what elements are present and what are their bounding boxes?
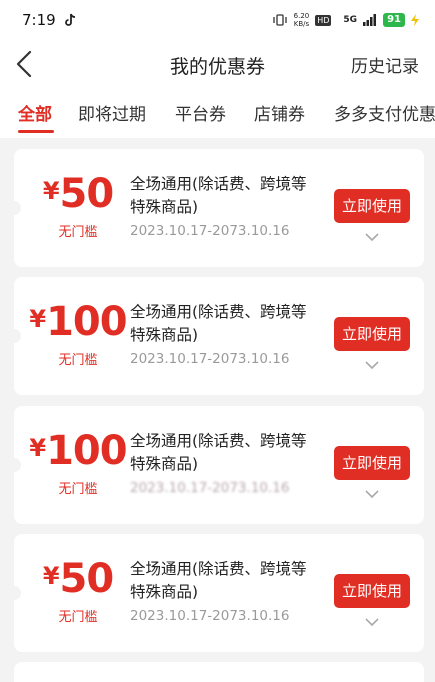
coupon-value: 50 xyxy=(59,556,115,602)
tab-duoduo-pay[interactable]: 多多支付优惠 xyxy=(334,100,435,125)
coupon-card: ¥100 无门槛 全场通用(除话费、跨境等特殊商品) 2023.10.17-20… xyxy=(7,277,424,395)
chevron-down-icon[interactable] xyxy=(364,488,380,500)
coupon-notch xyxy=(7,201,21,215)
tab-platform[interactable]: 平台券 xyxy=(175,100,226,125)
coupon-value: 50 xyxy=(59,171,115,217)
history-link[interactable]: 历史记录 xyxy=(351,52,419,77)
use-now-button[interactable]: 立即使用 xyxy=(334,446,410,480)
currency-symbol: ¥ xyxy=(29,434,47,462)
chevron-down-icon[interactable] xyxy=(364,616,380,628)
coupon-card: ¥50 无门槛 全场通用(除话费、跨境等特殊商品) 2023.10.17-207… xyxy=(7,149,424,267)
coupon-condition: 无门槛 xyxy=(58,482,98,497)
hd-badge: HD xyxy=(315,14,332,26)
coupon-card: ¥50 无门槛 全场通用(除话费、跨境等特殊商品) 2023.10.17-207… xyxy=(7,534,424,652)
battery-icon: 91 xyxy=(383,13,405,27)
currency-symbol: ¥ xyxy=(42,177,60,205)
coupon-amount: ¥100 xyxy=(28,428,128,474)
coupon-date: 2023.10.17-2073.10.16 xyxy=(130,223,290,239)
coupon-amount: ¥100 xyxy=(28,299,128,345)
coupon-title: 全场通用(除话费、跨境等特殊商品) xyxy=(130,432,307,473)
coupon-amount: ¥50 xyxy=(28,171,128,217)
tab-expiring[interactable]: 即将过期 xyxy=(78,100,146,125)
tab-store[interactable]: 店铺券 xyxy=(254,100,305,125)
net-speed: 6.20 KB/s xyxy=(293,12,310,28)
coupon-title: 全场通用(除话费、跨境等特殊商品) xyxy=(130,303,307,344)
currency-symbol: ¥ xyxy=(29,305,47,333)
tiktok-icon xyxy=(64,13,75,26)
coupon-date: 2023.10.17-2073.10.16 xyxy=(130,480,290,496)
coupon-value: 100 xyxy=(46,428,127,474)
coupon-title: 全场通用(除话费、跨境等特殊商品) xyxy=(130,560,307,601)
use-now-button[interactable]: 立即使用 xyxy=(334,574,410,608)
header: 我的优惠券 历史记录 xyxy=(0,40,435,88)
signal-icon xyxy=(363,14,377,26)
coupon-notch xyxy=(7,586,21,600)
currency-symbol: ¥ xyxy=(42,562,60,590)
use-now-button[interactable]: 立即使用 xyxy=(334,189,410,223)
coupon-date: 2023.10.17-2073.10.16 xyxy=(130,608,290,624)
coupon-value: 100 xyxy=(46,299,127,345)
tab-bar: 全部 即将过期 平台券 店铺券 多多支付优惠 xyxy=(0,88,435,138)
coupon-condition: 无门槛 xyxy=(58,353,98,368)
tab-active-indicator xyxy=(18,130,54,133)
chevron-down-icon[interactable] xyxy=(364,359,380,371)
charging-icon xyxy=(411,14,419,26)
vibrate-icon xyxy=(272,14,287,26)
coupon-card-partial xyxy=(14,662,424,682)
coupon-notch xyxy=(7,329,21,343)
use-now-button[interactable]: 立即使用 xyxy=(334,317,410,351)
coupon-amount: ¥50 xyxy=(28,556,128,602)
coupon-notch xyxy=(7,458,21,472)
coupon-condition: 无门槛 xyxy=(58,610,98,625)
status-time: 7:19 xyxy=(22,11,56,29)
coupon-title: 全场通用(除话费、跨境等特殊商品) xyxy=(130,175,307,216)
coupon-card: ¥100 无门槛 全场通用(除话费、跨境等特殊商品) 2023.10.17-20… xyxy=(7,406,424,524)
coupon-date: 2023.10.17-2073.10.16 xyxy=(130,351,290,367)
status-bar: 7:19 6.20 KB/s HD 5G 91 xyxy=(0,0,435,40)
tab-all[interactable]: 全部 xyxy=(18,100,52,125)
chevron-down-icon[interactable] xyxy=(364,231,380,243)
signal-type: 5G xyxy=(343,15,358,25)
coupon-condition: 无门槛 xyxy=(58,225,98,240)
